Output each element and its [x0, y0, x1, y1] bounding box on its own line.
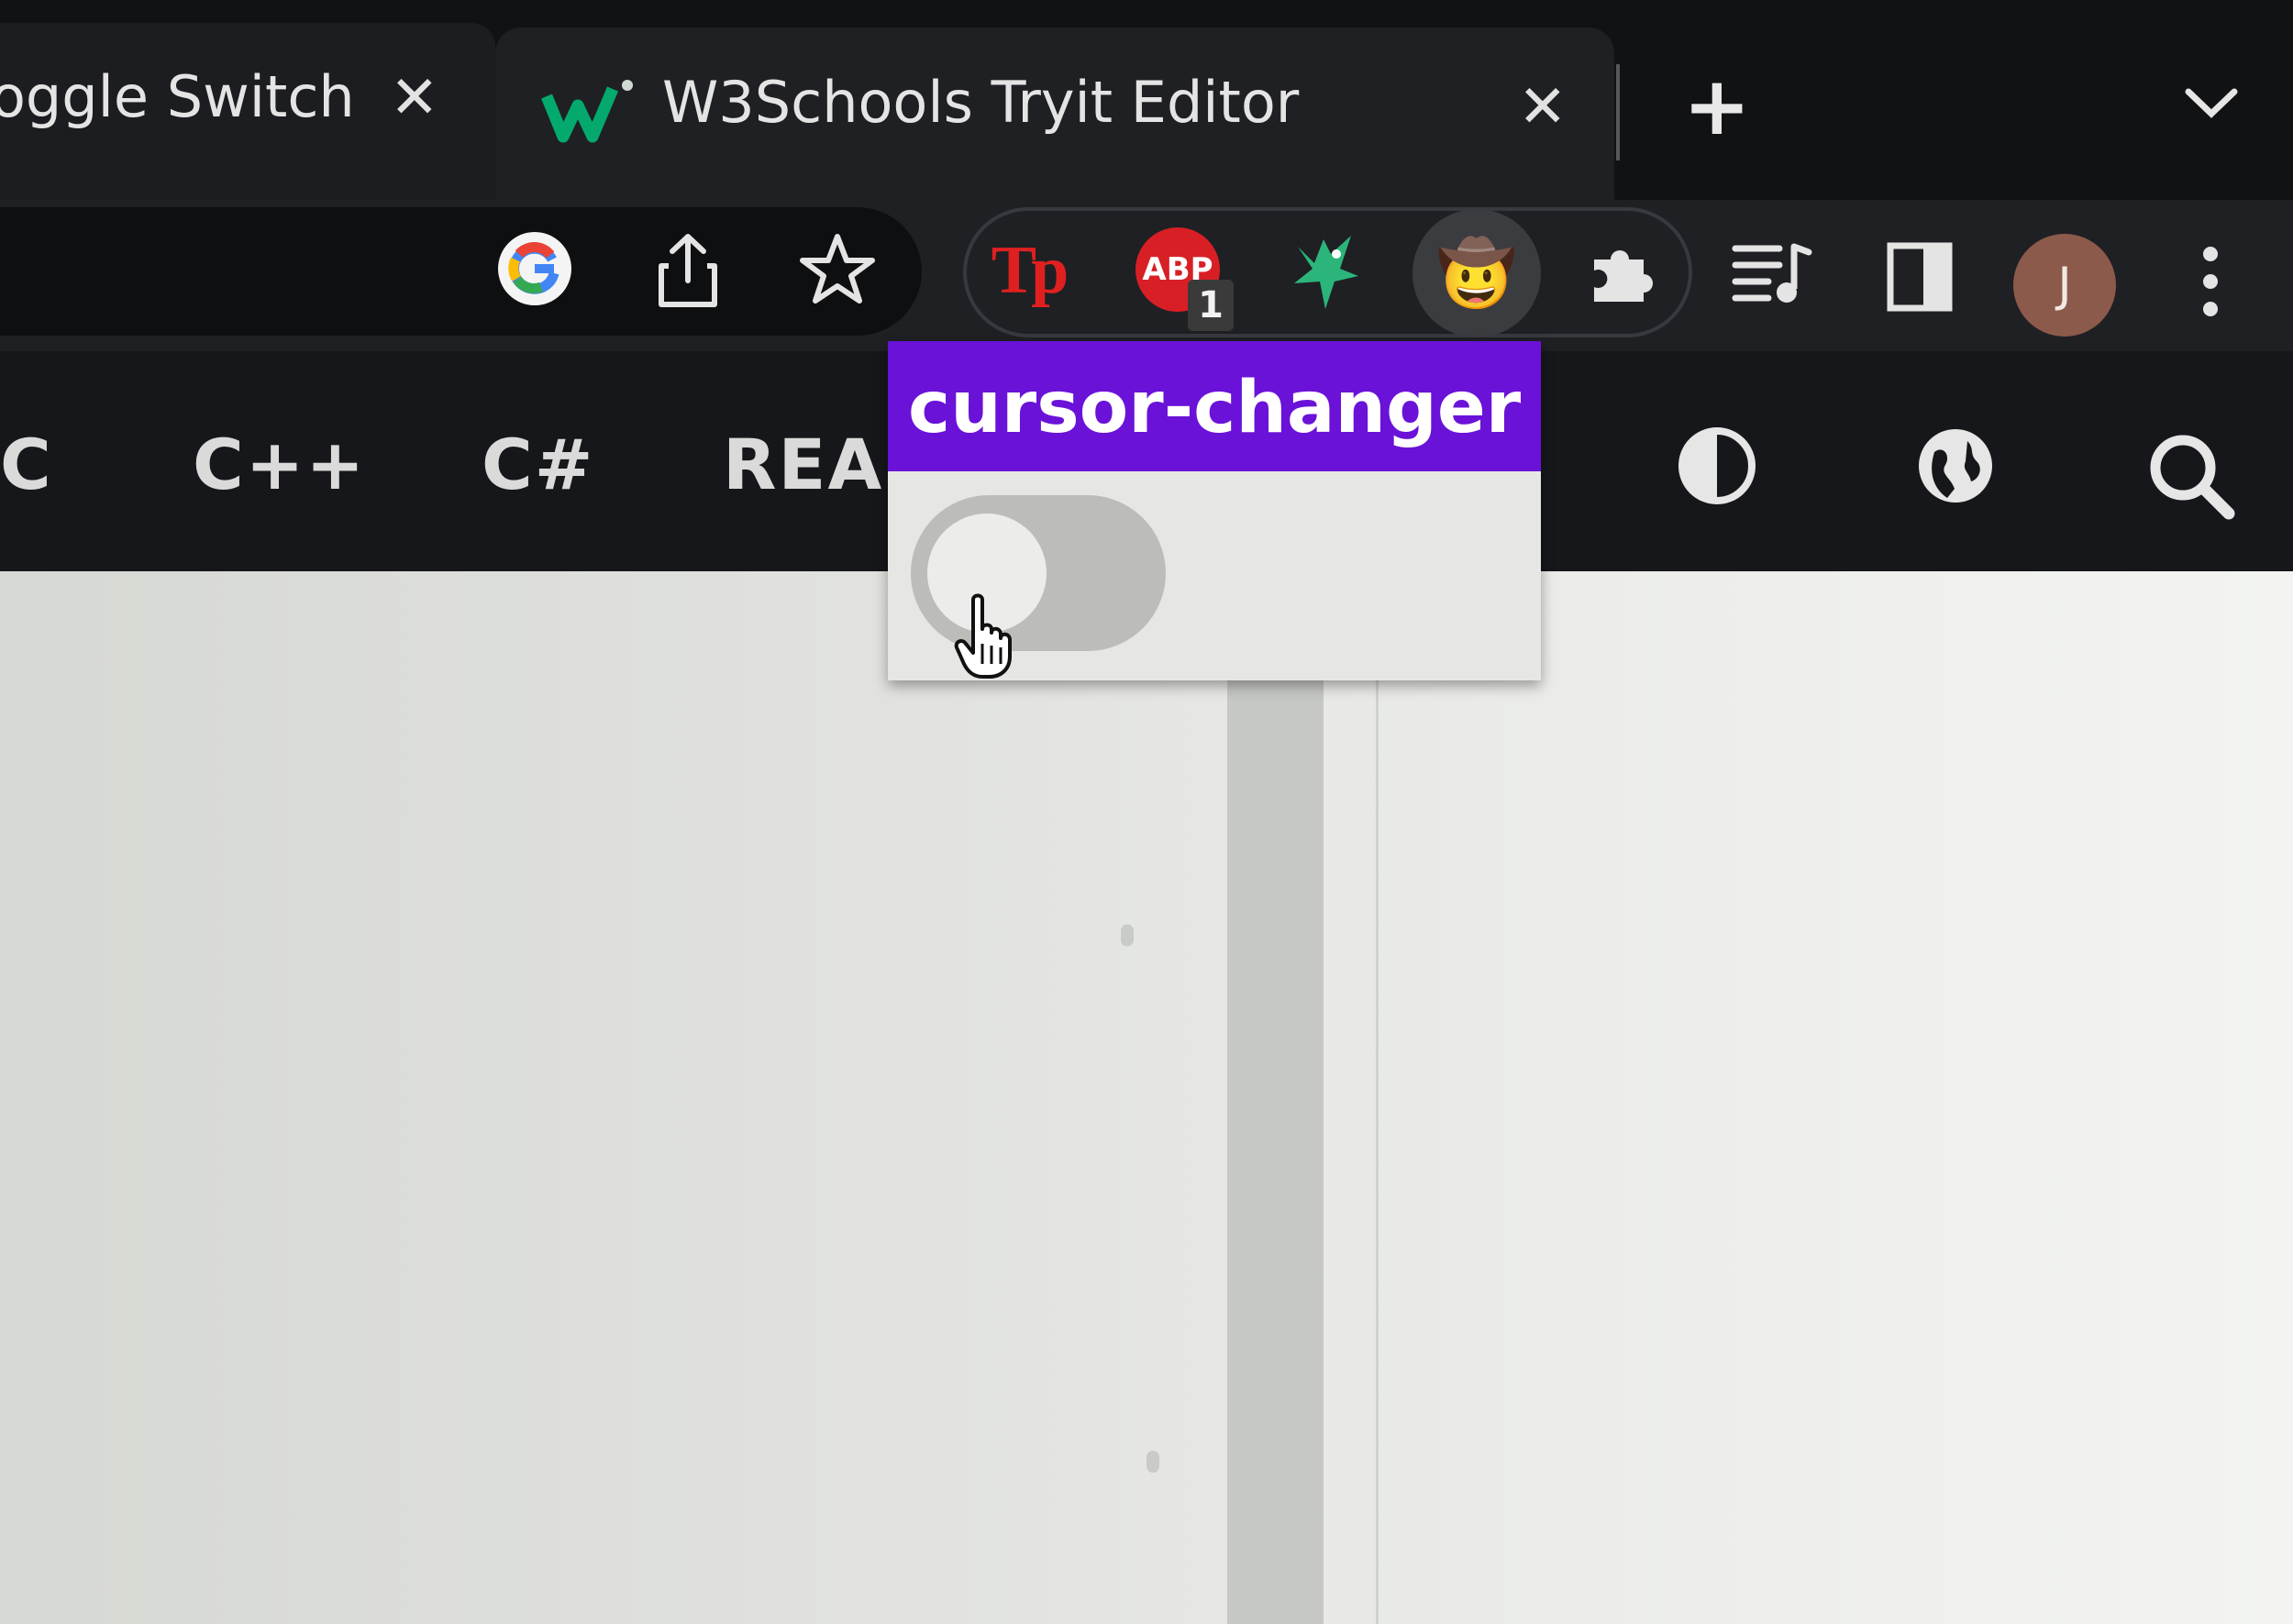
editor-drag-bar[interactable] — [1227, 571, 1324, 1624]
media-queue-icon[interactable] — [1729, 237, 1816, 310]
extension-popup: cursor-changer — [888, 341, 1541, 680]
google-lens-icon[interactable] — [491, 225, 578, 312]
tab-title: W3Schools Tryit Editor — [662, 69, 1300, 136]
tab-title: oggle Switch — [0, 63, 355, 130]
nav-item-cpp[interactable]: C++ — [193, 424, 366, 505]
side-panel-icon[interactable] — [1885, 240, 1955, 314]
new-tab-button[interactable]: + — [1683, 66, 1751, 147]
drag-handle-dot — [1146, 1451, 1159, 1473]
cursor-toggle-switch[interactable] — [911, 495, 1166, 651]
more-menu-icon[interactable] — [2188, 240, 2233, 323]
bookmark-star-icon[interactable] — [793, 225, 881, 312]
share-icon[interactable] — [647, 225, 729, 316]
drag-handle-dot — [1121, 924, 1134, 946]
green-extension-icon[interactable] — [1284, 225, 1371, 316]
tab-close-icon[interactable]: ✕ — [390, 69, 439, 127]
tp-extension-icon[interactable]: Tp — [986, 229, 1069, 312]
hand-cursor-icon — [952, 591, 1025, 682]
tab-close-icon[interactable]: ✕ — [1518, 78, 1567, 137]
nav-item-csharp[interactable]: C# — [482, 424, 594, 505]
adblock-badge: 1 — [1188, 280, 1234, 331]
adblock-count: 1 — [1198, 284, 1224, 326]
popup-title: cursor-changer — [908, 367, 1522, 449]
search-icon[interactable] — [2142, 426, 2238, 523]
cowboy-extension-button[interactable]: 🤠 — [1412, 209, 1541, 337]
contrast-toggle-icon[interactable] — [1671, 420, 1763, 512]
tab-search-chevron-icon[interactable] — [2183, 84, 2240, 125]
tab-toggle-switch[interactable]: oggle Switch ✕ — [0, 23, 495, 200]
tab-w3schools-tryit[interactable]: W3Schools Tryit Editor ✕ — [495, 28, 1614, 200]
nav-item-react[interactable]: REA — [723, 424, 883, 505]
popup-header: cursor-changer — [888, 341, 1541, 471]
tab-separator — [1616, 64, 1620, 160]
avatar-initial: J — [2057, 258, 2072, 313]
globe-icon[interactable] — [1910, 420, 2001, 512]
address-bar[interactable] — [0, 207, 922, 336]
extensions-puzzle-icon[interactable] — [1582, 229, 1665, 312]
nav-item-c[interactable]: C — [0, 424, 53, 505]
cowboy-emoji-icon: 🤠 — [1436, 236, 1517, 311]
tp-label: Tp — [991, 232, 1069, 308]
profile-avatar[interactable]: J — [2013, 234, 2116, 337]
w3schools-favicon-icon — [541, 69, 642, 151]
editor-divider-line — [1376, 571, 1379, 1624]
